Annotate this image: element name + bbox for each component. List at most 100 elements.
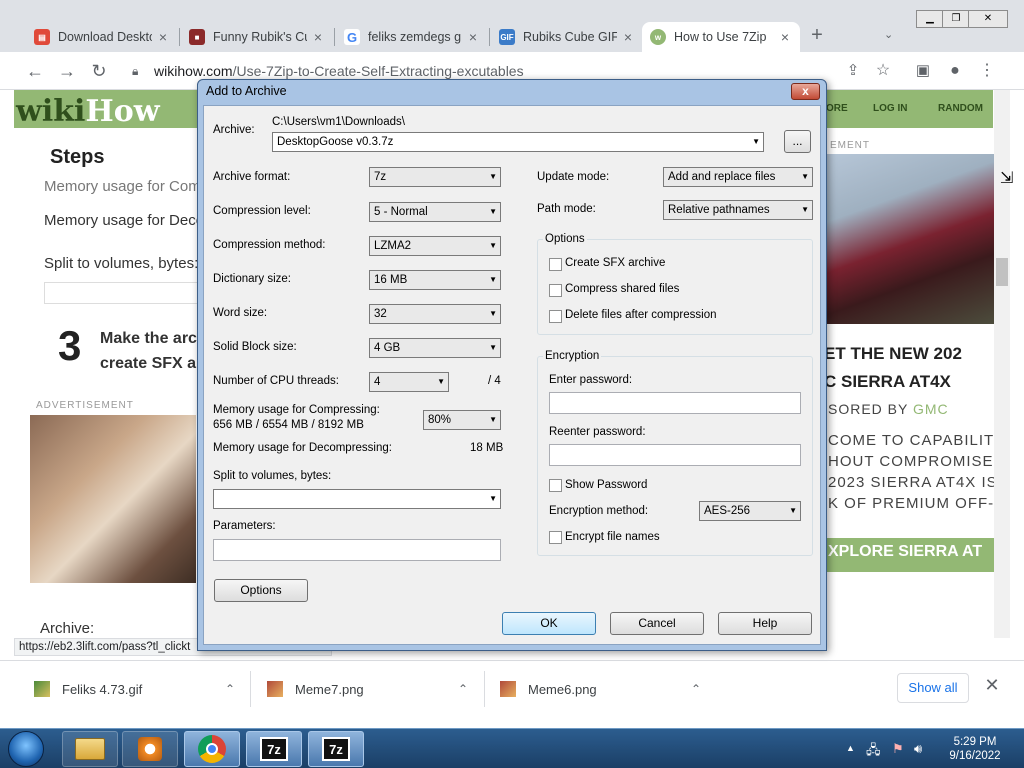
- parameters-input[interactable]: [213, 539, 501, 561]
- dialog-close-button[interactable]: x: [791, 83, 820, 100]
- reload-icon[interactable]: ↻: [88, 60, 110, 82]
- taskbar-7zip-2[interactable]: 7z: [308, 731, 364, 767]
- compress-shared-label[interactable]: Compress shared files: [565, 283, 679, 295]
- volume-icon[interactable]: 🔊︎: [914, 741, 922, 757]
- back-arrow-icon[interactable]: ←: [24, 60, 46, 82]
- tab-search-chevron-icon[interactable]: ⌄: [884, 28, 893, 41]
- maximize-button[interactable]: ❐: [942, 10, 970, 28]
- close-window-button[interactable]: ✕: [968, 10, 1008, 28]
- ok-button[interactable]: OK: [502, 612, 596, 635]
- tab-feliks-search[interactable]: G feliks zemdegs g ×: [336, 22, 488, 52]
- encrypt-names-checkbox[interactable]: [549, 531, 562, 544]
- enter-password-input[interactable]: [549, 392, 801, 414]
- memory-percent-select[interactable]: 80% ▼: [423, 410, 501, 430]
- show-all-downloads-button[interactable]: Show all: [897, 673, 969, 703]
- tab-title: Rubiks Cube GIF: [523, 30, 617, 44]
- profile-avatar-icon[interactable]: ●: [944, 60, 966, 82]
- side-panel-icon[interactable]: ▣: [912, 60, 934, 82]
- new-tab-button[interactable]: +: [806, 24, 828, 48]
- taskbar-explorer[interactable]: [62, 731, 118, 767]
- tab-funny-rubiks[interactable]: ■ Funny Rubik's Cu ×: [181, 22, 333, 52]
- dictionary-size-select[interactable]: 16 MB ▼: [369, 270, 501, 290]
- update-mode-select[interactable]: Add and replace files ▼: [663, 167, 813, 187]
- dropdown-arrow-icon: ▼: [437, 377, 445, 386]
- chevron-up-icon[interactable]: ⌃: [686, 682, 706, 696]
- taskbar-media-player[interactable]: [122, 731, 178, 767]
- tab-how-to-use-7zip[interactable]: w How to Use 7Zip ×: [642, 22, 800, 52]
- share-icon[interactable]: ⇪: [842, 60, 864, 82]
- show-password-label[interactable]: Show Password: [565, 479, 647, 491]
- word-size-select[interactable]: 32 ▼: [369, 304, 501, 324]
- chevron-up-icon[interactable]: ⌃: [220, 682, 240, 696]
- taskbar-chrome[interactable]: [184, 731, 240, 767]
- create-sfx-label[interactable]: Create SFX archive: [565, 257, 665, 269]
- solid-block-select[interactable]: 4 GB ▼: [369, 338, 501, 358]
- close-icon[interactable]: ✕: [982, 675, 1002, 699]
- close-icon[interactable]: ×: [311, 29, 325, 45]
- minimize-button[interactable]: ▁: [916, 10, 944, 28]
- system-clock[interactable]: 5:29 PM 9/16/2022: [940, 735, 1010, 763]
- gif-file-icon: [34, 681, 50, 697]
- show-password-checkbox[interactable]: [549, 479, 562, 492]
- taskbar-7zip-1[interactable]: 7z: [246, 731, 302, 767]
- options-button[interactable]: Options: [214, 579, 308, 602]
- menu-kebab-icon[interactable]: ⋮: [976, 60, 998, 82]
- png-file-icon: [267, 681, 283, 697]
- network-icon[interactable]: 🖧︎: [866, 741, 881, 763]
- cancel-button[interactable]: Cancel: [610, 612, 704, 635]
- archive-name-combo[interactable]: DesktopGoose v0.3.7z ▼: [272, 132, 764, 152]
- action-center-flag-icon[interactable]: ⚑: [892, 741, 904, 757]
- compression-level-label: Compression level:: [213, 205, 311, 217]
- step-text-line: create SFX a: [100, 355, 197, 372]
- steps-heading: Steps: [50, 146, 105, 168]
- start-button[interactable]: [8, 731, 44, 767]
- encryption-method-label: Encryption method:: [549, 505, 649, 517]
- ad-image-people[interactable]: [30, 415, 196, 583]
- ad-sponsor: SORED BY GMC: [828, 401, 949, 417]
- close-icon[interactable]: ×: [466, 29, 480, 45]
- nav-link-random[interactable]: RANDOM: [938, 103, 983, 114]
- cpu-threads-select[interactable]: 4 ▼: [369, 372, 449, 392]
- path-mode-select[interactable]: Relative pathnames ▼: [663, 200, 813, 220]
- encryption-method-select[interactable]: AES-256 ▼: [699, 501, 801, 521]
- browse-button[interactable]: ...: [784, 130, 811, 153]
- mouse-cursor-icon: ⇲: [1000, 170, 1014, 187]
- wikihow-logo[interactable]: wikiHow: [16, 94, 160, 129]
- tab-download-desktop[interactable]: ▤ Download Deskto ×: [26, 22, 178, 52]
- close-icon[interactable]: ×: [778, 29, 792, 45]
- compression-method-select[interactable]: LZMA2 ▼: [369, 236, 501, 256]
- solid-block-label: Solid Block size:: [213, 341, 297, 353]
- scrollbar-thumb[interactable]: [996, 258, 1008, 286]
- delete-after-label[interactable]: Delete files after compression: [565, 309, 716, 321]
- archive-format-select[interactable]: 7z ▼: [369, 167, 501, 187]
- compress-shared-checkbox[interactable]: [549, 284, 562, 297]
- dropdown-arrow-icon: ▼: [489, 275, 497, 284]
- tab-rubiks-gif[interactable]: GIF Rubiks Cube GIF ×: [491, 22, 643, 52]
- reenter-password-input[interactable]: [549, 444, 801, 466]
- download-item[interactable]: Feliks 4.73.gif ⌃: [20, 675, 240, 703]
- close-icon[interactable]: ×: [621, 29, 635, 45]
- dialog-body: Archive: C:\Users\vm1\Downloads\ Desktop…: [203, 105, 821, 645]
- bookmark-star-icon[interactable]: ☆: [872, 60, 894, 82]
- tray-overflow-icon[interactable]: ▲: [846, 743, 855, 753]
- word-size-value: 32: [374, 308, 387, 320]
- encrypt-names-label[interactable]: Encrypt file names: [565, 531, 660, 543]
- url-host: wikihow.com: [154, 63, 233, 79]
- download-item[interactable]: Meme6.png ⌃: [486, 675, 706, 703]
- download-item[interactable]: Meme7.png ⌃: [253, 675, 473, 703]
- help-button[interactable]: Help: [718, 612, 812, 635]
- nav-link-explore[interactable]: ORE: [826, 103, 848, 114]
- close-icon[interactable]: ×: [156, 29, 170, 45]
- mem-compress-label: Memory usage for Compressing:: [213, 404, 380, 416]
- delete-after-checkbox[interactable]: [549, 310, 562, 323]
- create-sfx-checkbox[interactable]: [549, 258, 562, 271]
- chevron-up-icon[interactable]: ⌃: [453, 682, 473, 696]
- forward-arrow-icon[interactable]: →: [56, 60, 78, 82]
- ad-cta-button[interactable]: XPLORE SIERRA AT: [822, 538, 994, 572]
- tab-title: How to Use 7Zip: [674, 30, 767, 44]
- nav-link-login[interactable]: LOG IN: [873, 103, 907, 114]
- split-volumes-combo[interactable]: ▼: [213, 489, 501, 509]
- article-image-frame: [44, 282, 204, 304]
- ad-image-truck[interactable]: [822, 154, 994, 324]
- compression-level-select[interactable]: 5 - Normal ▼: [369, 202, 501, 222]
